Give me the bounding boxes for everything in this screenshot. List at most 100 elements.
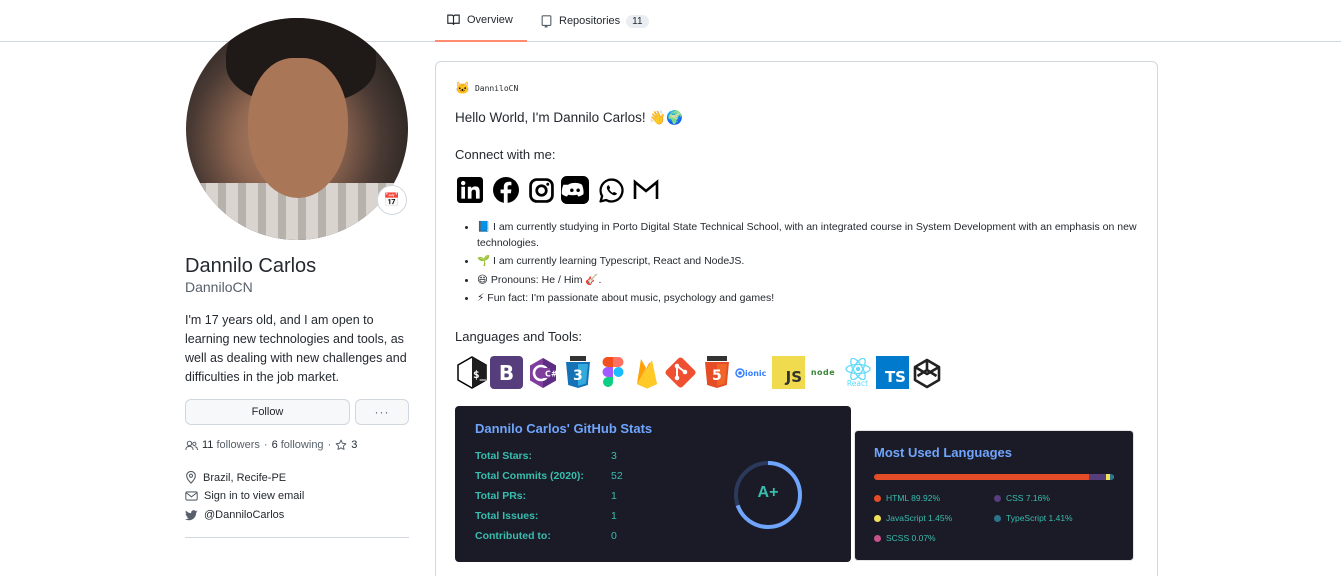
language-bar-segment [1089,474,1107,480]
twitter-item[interactable]: @DanniloCarlos [185,509,284,521]
instagram-link[interactable] [527,176,555,204]
language-label: CSS 7.16% [1006,493,1050,503]
bootstrap-tool-link[interactable]: B [490,356,523,389]
list-item: 😄 Pronouns: He / Him 🎸. [477,273,1142,289]
bootstrap-icon: B [498,360,515,385]
octocat-icon: 🐱 [455,81,470,95]
whatsapp-icon [598,177,624,203]
readme-bullet-list: 📘 I am currently studying in Porto Digit… [477,220,1142,310]
stars-link[interactable]: 3 [335,439,357,451]
css3-tool-link[interactable]: 3 [561,356,594,389]
git-tool-link[interactable] [664,356,697,389]
followers-link[interactable]: 11 followers [202,439,260,451]
language-label: HTML 89.92% [886,493,941,503]
sidebar-divider [185,537,409,538]
scss-dot [874,534,881,542]
follow-button[interactable]: Follow [185,399,350,425]
stats-card-title: Dannilo Carlos' GitHub Stats [475,421,653,436]
language-label: TypeScript 1.41% [1006,513,1073,523]
language-label: JavaScript 1.45% [886,513,953,523]
discord-icon [561,176,589,204]
unity-tool-link[interactable] [910,356,943,389]
firebase-icon [636,359,657,389]
svg-text:5: 5 [712,368,722,384]
following-count: 6 [271,439,278,451]
javascript-tool-link[interactable]: JS [772,356,805,389]
git-icon [665,357,696,388]
stat-label: Total Issues: [475,510,539,522]
location-icon [186,471,196,484]
readme-header-label: DanniloCN [474,83,519,93]
location-item: Brazil, Recife-PE [185,471,286,484]
languages-card-title: Most Used Languages [874,445,1012,460]
discord-link[interactable] [561,176,589,204]
twitter-handle: @DanniloCarlos [204,509,285,521]
calendar-status-icon: 📅 [383,192,401,207]
readme-header[interactable]: 🐱 DanniloCN [455,81,518,95]
tab-overview[interactable]: Overview [435,0,527,42]
html5-tool-link[interactable]: 5 [700,356,733,389]
profile-name: Dannilo Carlos [185,255,317,277]
csharp-tool-link[interactable]: C# [526,356,559,389]
figma-tool-link[interactable] [596,356,629,389]
stat-value: 3 [611,450,617,462]
status-emoji-button[interactable]: 📅 [377,185,407,215]
email-text: Sign in to view email [204,490,305,502]
bash-tool-link[interactable]: $_ [455,356,488,389]
stat-label: Total Stars: [475,450,532,462]
gmail-link[interactable] [632,176,660,204]
linkedin-icon [457,177,483,203]
css-dot [994,494,1001,502]
profile-tab-bar: Overview Repositories 11 [0,0,1341,42]
svg-text:3: 3 [573,368,583,384]
linkedin-link[interactable] [456,176,484,204]
following-link[interactable]: 6 following [272,439,324,451]
follow-counts: 11 followers · 6 following · 3 [185,439,357,451]
followers-count: 11 [202,439,214,451]
people-icon [185,440,198,450]
react-tool-link[interactable]: React [841,356,874,389]
facebook-link[interactable] [492,176,520,204]
list-item: 🌱 I am currently learning Typescript, Re… [477,254,1142,270]
unity-icon [913,358,940,388]
languages-progress-bar [874,474,1114,480]
html5-icon: 5 [704,356,729,388]
firebase-tool-link[interactable] [630,356,663,389]
language-legend-item: SCSS 0.07% [874,533,936,543]
stat-label: Total PRs: [475,490,527,502]
more-options-button[interactable]: ··· [355,399,409,425]
book-icon [447,14,460,25]
repositories-count-badge: 11 [626,14,649,28]
javascript-dot [874,514,881,522]
language-bar-segment [874,474,1090,480]
stat-label: Total Commits (2020): [475,470,584,482]
svg-text:C#: C# [545,369,558,378]
mail-icon [185,491,198,501]
tab-repositories-label: Repositories [559,15,621,27]
stat-value: 1 [611,510,617,522]
svg-text:$_: $_ [473,368,487,381]
instagram-icon [528,177,554,203]
ionic-icon: ionic [735,367,767,378]
languages-tools-heading: Languages and Tools: [455,329,582,344]
javascript-icon: JS [785,368,802,386]
html-dot [874,494,881,502]
stat-value: 1 [611,490,617,502]
typescript-icon: TS [884,368,906,386]
language-legend-item: CSS 7.16% [994,493,1050,503]
location-text: Brazil, Recife-PE [203,471,287,484]
email-item[interactable]: Sign in to view email [185,490,304,502]
avatar[interactable] [186,18,408,240]
nodejs-tool-link[interactable]: node [806,356,840,389]
ionic-tool-link[interactable]: ionic [734,356,770,389]
list-item: ⚡ Fun fact: I'm passionate about music, … [477,291,1142,307]
star-icon [335,439,347,450]
rank-grade: A+ [757,484,779,501]
tab-repositories[interactable]: Repositories 11 [541,0,649,42]
whatsapp-link[interactable] [597,176,625,204]
language-legend-item: HTML 89.92% [874,493,940,503]
profile-bio: I'm 17 years old, and I am open to learn… [185,313,407,384]
language-legend-item: JavaScript 1.45% [874,513,952,523]
typescript-tool-link[interactable]: TS [876,356,909,389]
stat-label: Contributed to: [475,530,551,542]
